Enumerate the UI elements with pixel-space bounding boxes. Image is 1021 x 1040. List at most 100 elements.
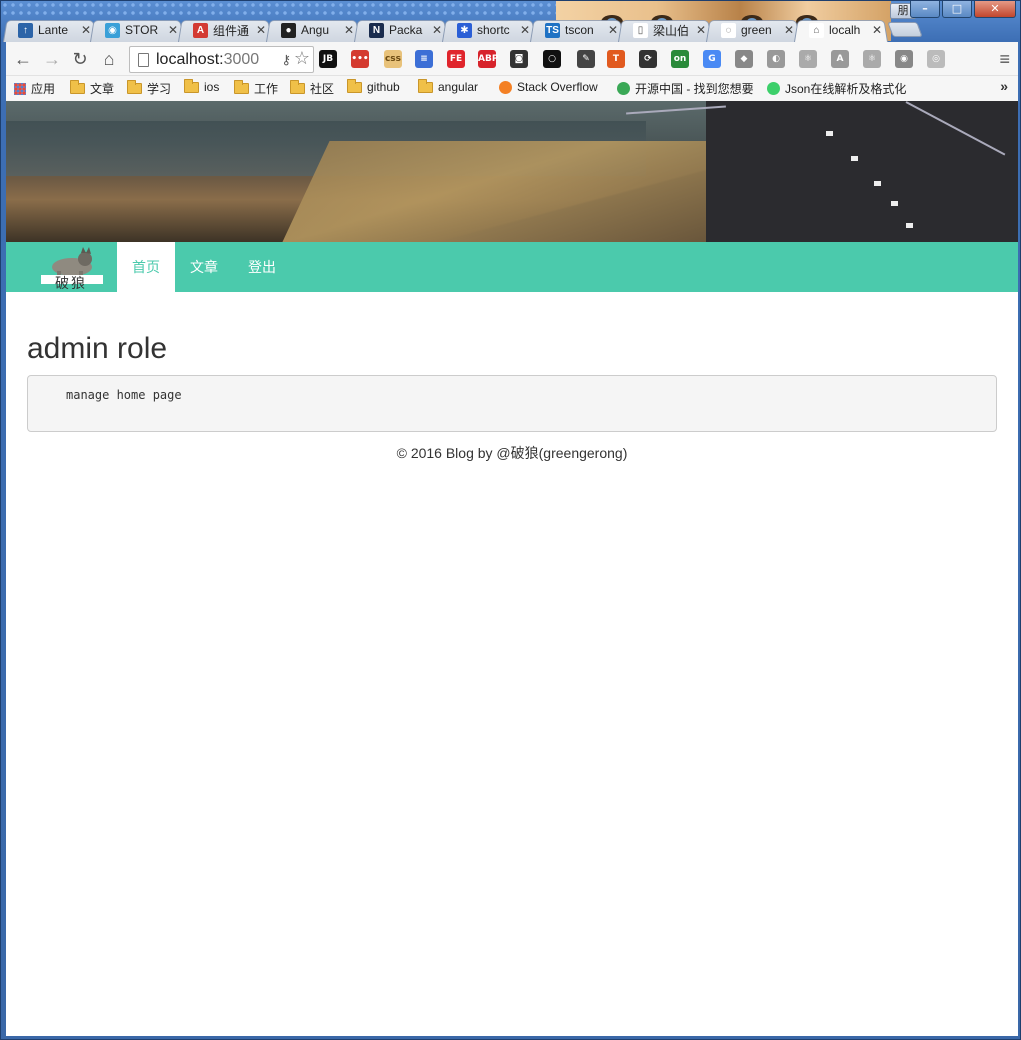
bookmark-folder[interactable]: angular <box>418 78 479 94</box>
tab-favicon-icon: ▯ <box>633 22 648 38</box>
tab-3[interactable]: ● Angu ✕ <box>272 18 360 42</box>
extension-icon[interactable]: ⟳ <box>639 50 657 68</box>
bookmark-label: github <box>367 80 400 94</box>
bookmark-folder[interactable]: 社区 <box>290 80 334 97</box>
tab-favicon-icon: ↑ <box>18 22 33 38</box>
close-tab-icon[interactable]: ✕ <box>872 23 882 37</box>
home-icon[interactable]: ⌂ <box>99 49 119 69</box>
tab-favicon-icon: ◌ <box>721 22 736 38</box>
bookmark-label: 学习 <box>147 82 172 96</box>
header-banner-image <box>6 101 1018 242</box>
extension-icon[interactable]: on <box>671 50 689 68</box>
url-host: localhost: <box>156 51 224 68</box>
extension-icon[interactable]: ≡ <box>415 50 433 68</box>
extension-icon[interactable]: ◐ <box>767 50 785 68</box>
extension-icon[interactable]: ✎ <box>577 50 595 68</box>
tab-4[interactable]: N Packa ✕ <box>360 18 448 42</box>
tab-favicon-icon: TS <box>545 22 560 38</box>
tab-favicon-icon: A <box>193 22 208 38</box>
bookmark-folder[interactable]: github <box>347 78 400 94</box>
bookmark-apps[interactable]: 应用 <box>14 80 55 97</box>
extension-icon[interactable]: ••• <box>351 50 369 68</box>
close-tab-icon[interactable]: ✕ <box>520 23 530 37</box>
close-window-button[interactable]: ✕ <box>974 1 1016 18</box>
tab-favicon-icon: ⌂ <box>809 22 824 38</box>
close-tab-icon[interactable]: ✕ <box>432 23 442 37</box>
bookmark-label: 文章 <box>90 82 115 96</box>
extension-icon[interactable]: ⚛ <box>863 50 881 68</box>
extension-icon[interactable]: FE <box>447 50 465 68</box>
extension-icon[interactable]: G <box>703 50 721 68</box>
close-tab-icon[interactable]: ✕ <box>608 23 618 37</box>
tab-2[interactable]: A 组件通 ✕ <box>184 18 272 42</box>
extension-icon[interactable]: A <box>831 50 849 68</box>
folder-icon <box>290 80 305 94</box>
extension-icon[interactable]: ◙ <box>510 50 528 68</box>
url-port: 3000 <box>223 51 260 68</box>
extension-icon[interactable]: ◆ <box>735 50 753 68</box>
folder-icon <box>234 80 249 94</box>
site-navbar: 破狼 首页 文章 登出 <box>6 242 1018 292</box>
bookmark-label: 应用 <box>31 82 56 96</box>
extension-icon[interactable]: T <box>607 50 625 68</box>
folder-icon <box>347 78 362 93</box>
tab-favicon-icon: ✱ <box>457 22 472 38</box>
tab-label: Angu <box>301 23 330 37</box>
bookmark-star-icon[interactable]: ☆ <box>294 46 310 71</box>
close-tab-icon[interactable]: ✕ <box>81 23 91 37</box>
bookmark-label: 工作 <box>254 82 279 96</box>
menu-icon[interactable]: ≡ <box>999 49 1010 70</box>
tab-1[interactable]: ◉ STOR ✕ <box>96 18 184 42</box>
tab-favicon-icon: ● <box>281 22 296 38</box>
nav-item-2[interactable]: 登出 <box>233 242 291 292</box>
more-bookmarks-icon[interactable]: » <box>1000 78 1008 94</box>
bookmark-link[interactable]: 开源中国 - 找到您想要 <box>617 80 754 97</box>
tab-label: Packa <box>389 23 423 37</box>
nav-item-0[interactable]: 首页 <box>117 242 175 292</box>
bookmark-link[interactable]: Stack Overflow <box>499 80 598 94</box>
tab-9[interactable]: ⌂ localh ✕ <box>800 18 888 42</box>
close-tab-icon[interactable]: ✕ <box>784 23 794 37</box>
forward-arrow-icon[interactable]: → <box>42 49 62 69</box>
back-arrow-icon[interactable]: ← <box>13 49 33 69</box>
site-logo[interactable]: 破狼 <box>41 247 103 292</box>
tab-7[interactable]: ▯ 梁山伯 ✕ <box>624 18 712 42</box>
extension-icon[interactable]: css <box>384 50 402 68</box>
tab-6[interactable]: TS tscon ✕ <box>536 18 624 42</box>
browser-window: 朋 – □ ✕ ↑ Lante ✕ ◉ STOR ✕ A 组件通 ✕ ● Angu ✕ N Packa ✕ ✱… <box>0 0 1021 1040</box>
bookmark-folder[interactable]: ios <box>184 78 219 94</box>
new-tab-button[interactable] <box>887 22 923 37</box>
address-bar[interactable]: localhost:3000 ⚷ ☆ <box>129 46 314 73</box>
extension-icon[interactable]: ◎ <box>927 50 945 68</box>
maximize-button[interactable]: □ <box>942 1 972 18</box>
extension-icon[interactable]: JB <box>319 50 337 68</box>
nav-item-1[interactable]: 文章 <box>175 242 233 292</box>
tab-label: Lante <box>38 23 69 37</box>
tab-label: green <box>741 23 772 37</box>
extension-icon[interactable]: ⚛ <box>799 50 817 68</box>
extension-icon[interactable]: ABP <box>478 50 498 68</box>
tab-label: localh <box>829 23 861 37</box>
close-tab-icon[interactable]: ✕ <box>696 23 706 37</box>
page-icon <box>138 53 149 67</box>
bookmark-folder[interactable]: 工作 <box>234 80 278 97</box>
bookmark-folder[interactable]: 文章 <box>70 80 114 97</box>
bookmark-folder[interactable]: 学习 <box>127 80 171 97</box>
extension-icon[interactable]: ◉ <box>895 50 913 68</box>
minimize-button[interactable]: – <box>910 1 940 18</box>
site-favicon-icon <box>499 80 512 94</box>
key-icon[interactable]: ⚷ <box>281 47 291 72</box>
tab-8[interactable]: ◌ green ✕ <box>712 18 800 42</box>
close-tab-icon[interactable]: ✕ <box>256 23 266 37</box>
reload-icon[interactable]: ↻ <box>70 49 90 69</box>
browser-toolbar: ← → ↻ ⌂ localhost:3000 ⚷ ☆ JB ••• css ≡ FE AB… <box>6 42 1018 76</box>
bookmark-label: angular <box>438 80 479 94</box>
tab-0[interactable]: ↑ Lante ✕ <box>9 18 97 42</box>
folder-icon <box>127 80 142 94</box>
page-viewport: 破狼 首页 文章 登出 admin role manage home page © … <box>6 101 1018 1036</box>
extension-icon[interactable]: ○ <box>543 50 561 68</box>
close-tab-icon[interactable]: ✕ <box>344 23 354 37</box>
bookmark-link[interactable]: Json在线解析及格式化 <box>767 80 906 97</box>
close-tab-icon[interactable]: ✕ <box>168 23 178 37</box>
tab-5[interactable]: ✱ shortc ✕ <box>448 18 536 42</box>
